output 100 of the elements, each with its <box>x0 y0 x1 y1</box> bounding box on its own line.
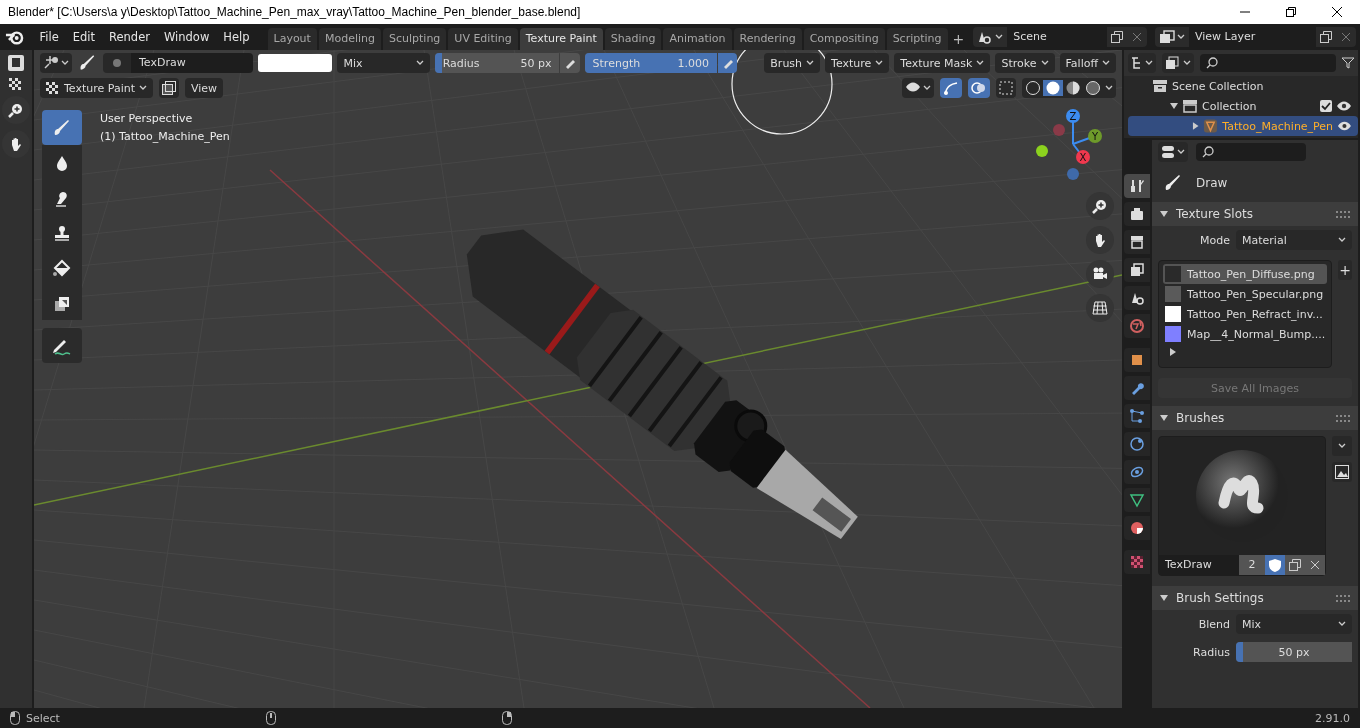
axis-gizmo-drawing[interactable]: Z Y X <box>1022 106 1112 186</box>
overlapping-circles-icon[interactable] <box>971 81 987 95</box>
copy-icon[interactable] <box>1111 31 1123 43</box>
eye-icon[interactable] <box>1337 121 1352 131</box>
paint-mode-dropdown[interactable] <box>40 53 72 73</box>
workspace-tab[interactable]: Animation <box>663 28 732 50</box>
collapse-arrow-icon[interactable] <box>1160 414 1168 422</box>
outliner-row[interactable]: Tattoo_Machine_Pen <box>1128 116 1358 136</box>
pressure-pen-icon[interactable] <box>564 57 577 69</box>
toggle-switches-icon[interactable] <box>1161 145 1175 159</box>
properties-tab[interactable] <box>1124 376 1150 400</box>
eye-icon[interactable] <box>1336 101 1352 111</box>
filter-icon[interactable] <box>1342 57 1354 69</box>
properties-tab[interactable] <box>1124 432 1150 456</box>
menu-item[interactable]: Render <box>103 27 156 47</box>
mode-dropdown[interactable]: Texture Paint <box>40 78 153 98</box>
copy-icon[interactable] <box>1289 559 1301 571</box>
search-field[interactable] <box>1200 54 1336 72</box>
collapsed-arrow-icon[interactable] <box>1192 122 1200 130</box>
properties-tab[interactable] <box>1124 174 1150 198</box>
image-editor-icon[interactable] <box>7 54 25 72</box>
tool-button[interactable] <box>42 285 82 320</box>
add-slot-button[interactable]: + <box>1338 260 1352 280</box>
brush-settings-panel-header[interactable]: Brush Settings <box>1152 586 1358 610</box>
texture-slots-panel-header[interactable]: Texture Slots <box>1152 202 1358 226</box>
close-icon[interactable] <box>1332 7 1342 17</box>
shading-spheres-icon[interactable] <box>1025 80 1103 96</box>
workspace-tab[interactable]: Texture Paint <box>519 28 603 50</box>
header-menu[interactable]: Falloff <box>1059 53 1116 73</box>
user-count[interactable]: 2 <box>1239 555 1265 575</box>
copy-icon[interactable] <box>1320 31 1332 43</box>
texture-slot-row[interactable]: Tattoo_Pen_Refract_inv... <box>1163 304 1328 324</box>
menu-item[interactable]: Help <box>217 27 256 47</box>
drag-grip-icon[interactable] <box>1336 594 1350 602</box>
workspace-tab[interactable]: Sculpting <box>382 28 447 50</box>
image-icon[interactable] <box>1335 465 1349 479</box>
view-layer-field[interactable]: View Layer <box>1189 27 1316 47</box>
mode-dropdown[interactable]: Material <box>1236 230 1352 250</box>
blender-logo-icon[interactable] <box>4 28 26 46</box>
properties-tab[interactable] <box>1124 348 1150 372</box>
fake-user-button[interactable] <box>1265 555 1285 575</box>
workspace-tab[interactable]: UV Editing <box>448 28 518 50</box>
properties-tab[interactable] <box>1124 488 1150 512</box>
properties-tab[interactable] <box>1124 230 1150 254</box>
strength-slider[interactable]: Strength 1.000 <box>584 53 718 73</box>
header-menu[interactable]: Brush <box>764 53 821 73</box>
texture-slot-row[interactable]: Tattoo_Pen_Specular.png <box>1163 284 1328 304</box>
header-menu[interactable]: Texture <box>825 53 890 73</box>
dashed-square-icon[interactable] <box>999 81 1013 95</box>
collapse-arrow-icon[interactable] <box>1160 594 1168 602</box>
blend-dropdown[interactable]: Mix <box>1236 614 1352 634</box>
maximize-icon[interactable] <box>1286 7 1296 17</box>
workspace-tab[interactable]: Rendering <box>733 28 802 50</box>
texture-slot-row[interactable]: Map__4_Normal_Bump.... <box>1163 324 1328 344</box>
menu-item[interactable]: File <box>33 27 65 47</box>
collapse-arrow-icon[interactable] <box>1160 210 1168 218</box>
scene-field[interactable]: Scene <box>1007 27 1107 47</box>
brush-type-button[interactable] <box>103 53 131 73</box>
header-menu[interactable]: Stroke <box>995 53 1055 73</box>
stacked-pictures-icon[interactable] <box>1159 30 1175 44</box>
properties-tab[interactable] <box>1124 258 1150 282</box>
tool-button[interactable] <box>42 145 82 180</box>
search-field[interactable] <box>1196 143 1306 161</box>
add-workspace-button[interactable]: + <box>949 28 968 50</box>
brush-color-swatch[interactable] <box>258 54 333 72</box>
workspace-tab[interactable]: Layout <box>267 28 317 50</box>
workspace-tab[interactable]: Scripting <box>886 28 948 50</box>
grid-icon[interactable] <box>1092 301 1108 315</box>
drag-grip-icon[interactable] <box>1336 414 1350 422</box>
radius-slider[interactable]: 50 px <box>1236 642 1352 662</box>
texture-slot-row[interactable]: Tattoo_Pen_Diffuse.png <box>1163 264 1328 284</box>
layered-squares-icon[interactable] <box>162 81 176 95</box>
gizmo-curve-icon[interactable] <box>943 81 959 95</box>
properties-tab[interactable] <box>1124 516 1150 540</box>
workspace-tab[interactable]: Compositing <box>803 28 885 50</box>
zoom-icon[interactable] <box>1092 198 1108 214</box>
checkbox[interactable] <box>1320 100 1332 112</box>
expand-arrow-icon[interactable] <box>1169 348 1177 356</box>
movie-camera-icon[interactable] <box>1092 267 1108 281</box>
outliner-row[interactable]: Collection <box>1124 96 1358 116</box>
blend-dropdown[interactable]: Mix <box>337 53 430 73</box>
outliner-tree-icon[interactable] <box>1131 56 1143 70</box>
tool-button[interactable] <box>42 328 82 363</box>
checkerboard-icon[interactable] <box>9 78 23 90</box>
header-menu[interactable]: Texture Mask <box>894 53 991 73</box>
radius-slider[interactable]: Radius 50 px <box>434 53 560 73</box>
brush-name-field[interactable]: TexDraw <box>131 53 253 73</box>
workspace-tab[interactable]: Modeling <box>318 28 381 50</box>
stacked-pictures-icon[interactable] <box>1165 56 1181 70</box>
zoom-icon[interactable] <box>8 102 24 118</box>
expand-arrow-icon[interactable] <box>1170 102 1178 110</box>
properties-tab[interactable] <box>1124 286 1150 310</box>
properties-tab[interactable] <box>1124 404 1150 428</box>
menu-item[interactable]: Window <box>157 27 216 47</box>
brushes-panel-header[interactable]: Brushes <box>1152 406 1358 430</box>
properties-tab[interactable] <box>1124 202 1150 226</box>
brush-name-field[interactable]: TexDraw <box>1159 555 1239 575</box>
workspace-tab[interactable]: Shading <box>604 28 662 50</box>
drag-grip-icon[interactable] <box>1336 210 1350 218</box>
view-menu[interactable]: View <box>185 78 224 98</box>
